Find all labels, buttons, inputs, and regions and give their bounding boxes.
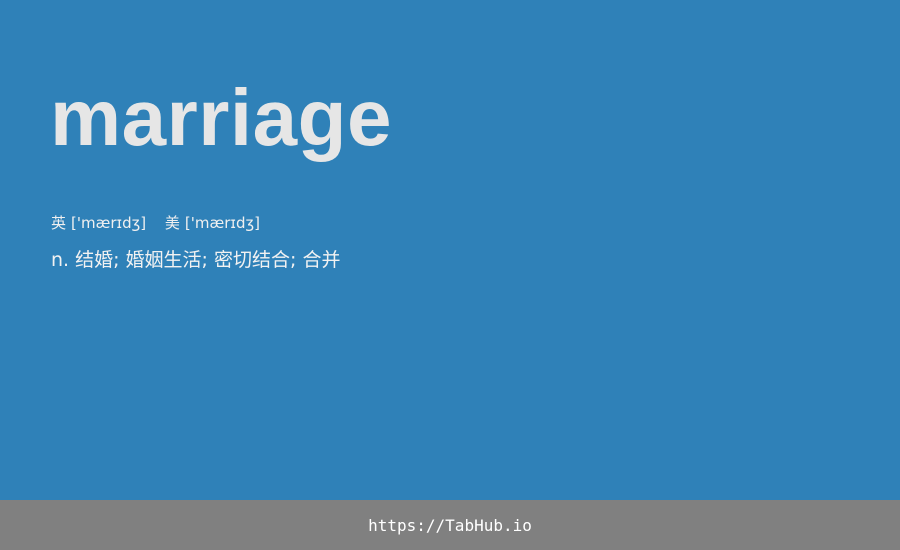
tabhub-link[interactable]: https://TabHub.io — [368, 516, 532, 535]
us-phonetic: 美 ['mærɪdʒ] — [165, 212, 260, 234]
us-ipa: ['mærɪdʒ] — [184, 214, 261, 232]
us-label: 美 — [164, 214, 180, 232]
word-title: marriage — [50, 73, 392, 162]
footer-bar: https://TabHub.io — [0, 500, 900, 550]
uk-ipa: ['mærɪdʒ] — [71, 214, 147, 232]
uk-phonetic: 英 ['mærɪdʒ] — [51, 212, 146, 234]
definition-text: n. 结婚; 婚姻生活; 密切结合; 合并 — [51, 249, 341, 271]
uk-label: 英 — [51, 214, 67, 232]
phonetics-row: 英 ['mærɪdʒ] 美 ['mærɪdʒ] — [51, 212, 260, 234]
